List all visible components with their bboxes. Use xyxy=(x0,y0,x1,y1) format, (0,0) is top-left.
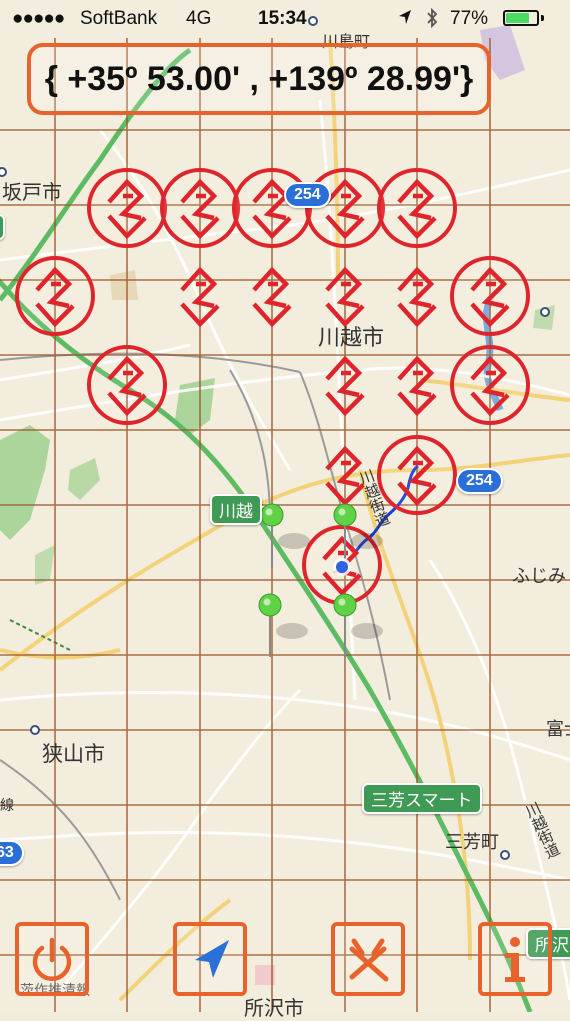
user-location-dot xyxy=(333,558,351,576)
map-view[interactable] xyxy=(0,0,570,1012)
battery-percent: 77% xyxy=(450,8,489,29)
location-services-icon xyxy=(398,9,412,31)
kanji-marker-icon xyxy=(349,938,389,982)
bluetooth-icon xyxy=(425,7,439,34)
status-bar: ●●●●● SoftBank 4G 15:34 77% xyxy=(0,0,570,38)
clock: 15:34 xyxy=(258,8,307,29)
station-shield-kawagoe: 川越 xyxy=(210,494,262,525)
place-label-fuji: 富士 xyxy=(546,719,570,740)
marker-button[interactable] xyxy=(331,922,405,996)
area-marker[interactable] xyxy=(160,168,240,248)
road-label-senba: 線 xyxy=(0,798,14,814)
route-badge-254-right: 254 xyxy=(456,468,503,494)
locate-button[interactable] xyxy=(173,922,247,996)
battery-tip xyxy=(541,15,544,21)
place-label-miyoshi: 三芳町 xyxy=(445,832,499,853)
carrier-name: SoftBank xyxy=(80,8,158,29)
area-marker[interactable] xyxy=(87,168,167,248)
area-marker[interactable] xyxy=(87,345,167,425)
coordinate-display[interactable]: { +35º 53.00' , +139º 28.99'} xyxy=(27,43,491,115)
route-badge-63: 63 xyxy=(0,840,24,866)
place-label-kawagoe-city: 川越市 xyxy=(318,326,385,351)
place-label-sayama: 狭山市 xyxy=(42,742,105,766)
ic-shield-left-edge xyxy=(0,214,6,240)
power-icon xyxy=(32,937,72,981)
power-button[interactable] xyxy=(15,922,89,996)
info-icon xyxy=(505,937,525,982)
coordinate-text: { +35º 53.00' , +139º 28.99'} xyxy=(44,59,474,98)
battery-icon xyxy=(503,10,539,26)
network-type: 4G xyxy=(186,8,212,29)
area-marker[interactable] xyxy=(450,345,530,425)
area-marker[interactable] xyxy=(377,435,457,515)
signal-strength: ●●●●● xyxy=(12,8,65,29)
route-badge-254-top: 254 xyxy=(284,182,331,208)
ic-shield-miyoshi-smart: 三芳スマート xyxy=(362,783,482,814)
place-label-sakado: 坂戸市 xyxy=(2,180,62,204)
location-arrow-icon xyxy=(195,940,229,978)
info-button[interactable] xyxy=(478,922,552,996)
area-marker[interactable] xyxy=(377,168,457,248)
area-marker[interactable] xyxy=(450,256,530,336)
area-marker[interactable] xyxy=(15,256,95,336)
place-label-fujimi: ふじみ xyxy=(512,566,566,587)
place-label-tokorozawa: 所沢市 xyxy=(244,996,304,1020)
